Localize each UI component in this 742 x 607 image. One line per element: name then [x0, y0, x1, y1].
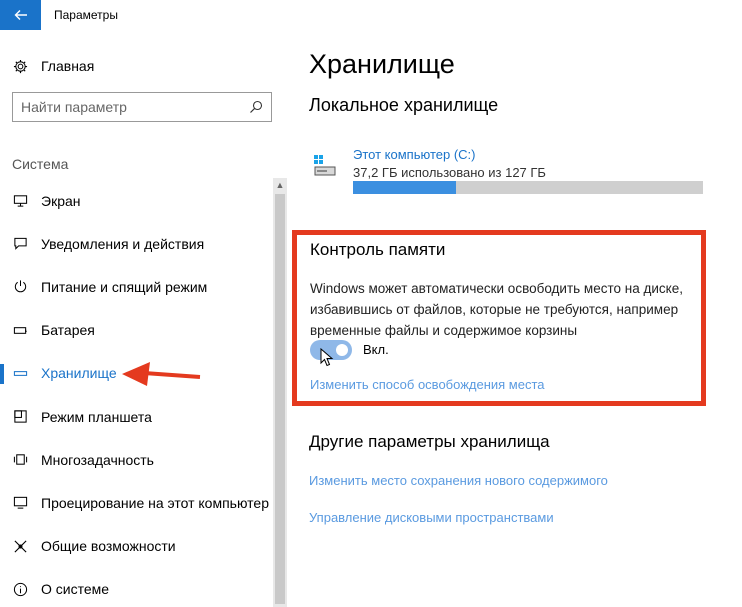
- storage-sense-panel: Контроль памяти Windows может автоматиче…: [292, 230, 706, 406]
- drive-name[interactable]: Этот компьютер (C:): [353, 147, 475, 162]
- drive-usage: 37,2 ГБ использовано из 127 ГБ: [353, 165, 546, 180]
- sidebar-item-multitasking[interactable]: Многозадачность: [0, 438, 272, 481]
- drive-usage-bar: [353, 181, 703, 194]
- other-settings-heading: Другие параметры хранилища: [309, 432, 550, 451]
- sidebar-item-tablet-mode[interactable]: Режим планшета: [0, 395, 272, 438]
- sidebar-item-label: Проецирование на этот компьютер: [41, 494, 269, 511]
- page-title: Хранилище: [309, 49, 455, 79]
- display-icon: [12, 193, 28, 209]
- nav-home-label: Главная: [41, 58, 95, 74]
- storage-sense-title: Контроль памяти: [310, 240, 446, 259]
- sidebar-item-display[interactable]: Экран: [0, 179, 272, 222]
- section-label-system: Система: [12, 156, 69, 172]
- sidebar-item-label: Многозадачность: [41, 451, 154, 468]
- tablet-mode-icon: [12, 409, 28, 425]
- sidebar-item-label: Режим планшета: [41, 408, 152, 425]
- sidebar-item-label: Батарея: [41, 322, 95, 339]
- annotation-arrow-icon: [122, 362, 201, 386]
- storage-icon: [12, 365, 28, 381]
- search-input[interactable]: [21, 99, 249, 115]
- sidebar-item-projecting[interactable]: Проецирование на этот компьютер: [0, 481, 272, 524]
- projecting-icon: [12, 495, 28, 511]
- about-icon: [12, 581, 28, 597]
- sidebar-item-label: Общие возможности: [41, 538, 176, 555]
- sidebar-item-about[interactable]: О системе: [0, 568, 272, 607]
- battery-icon: [12, 322, 28, 338]
- sidebar-scrollbar[interactable]: ▲: [273, 178, 287, 607]
- power-icon: [12, 279, 28, 295]
- manage-storage-spaces-link[interactable]: Управление дисковыми пространствами: [309, 510, 554, 525]
- sidebar-item-label: Хранилище: [41, 365, 117, 382]
- sidebar-item-label: Уведомления и действия: [41, 235, 205, 252]
- notifications-icon: [12, 236, 28, 252]
- storage-sense-description: Windows может автоматически освободить м…: [310, 281, 683, 338]
- nav-home[interactable]: Главная: [12, 56, 94, 76]
- toggle-knob: [336, 344, 348, 356]
- sidebar-item-label: Питание и спящий режим: [41, 278, 208, 295]
- back-button[interactable]: [0, 0, 41, 30]
- scroll-up-icon[interactable]: ▲: [273, 178, 287, 192]
- sidebar: Главная Система Экран Уведомления и дейс…: [0, 30, 288, 607]
- drive-c-item[interactable]: Этот компьютер (C:) 37,2 ГБ использовано…: [313, 146, 705, 196]
- drive-icon: [314, 155, 336, 176]
- window-title: Параметры: [54, 8, 118, 22]
- back-arrow-icon: [14, 10, 27, 20]
- sidebar-item-shared-experiences[interactable]: Общие возможности: [0, 525, 272, 568]
- change-free-space-link[interactable]: Изменить способ освобождения места: [310, 377, 545, 392]
- gear-icon: [12, 58, 28, 74]
- drive-usage-bar-fill: [353, 181, 456, 194]
- title-bar: Параметры: [0, 0, 742, 30]
- sidebar-item-battery[interactable]: Батарея: [0, 309, 272, 352]
- sidebar-item-label: Экран: [41, 192, 81, 209]
- main-content: Хранилище Локальное хранилище Этот компь…: [288, 30, 742, 607]
- mouse-cursor-icon: [320, 348, 334, 367]
- scrollbar-thumb[interactable]: [275, 194, 285, 604]
- search-icon[interactable]: [249, 100, 263, 114]
- shared-experiences-icon: [12, 538, 28, 554]
- toggle-state-label: Вкл.: [363, 342, 389, 357]
- change-save-location-link[interactable]: Изменить место сохранения нового содержи…: [309, 473, 608, 488]
- search-box[interactable]: [12, 92, 272, 122]
- sidebar-item-power[interactable]: Питание и спящий режим: [0, 265, 272, 308]
- sidebar-item-label: О системе: [41, 581, 110, 598]
- multitasking-icon: [12, 452, 28, 468]
- nav-list: Экран Уведомления и действия Питание и с…: [0, 179, 272, 607]
- local-storage-heading: Локальное хранилище: [309, 95, 499, 115]
- sidebar-item-notifications[interactable]: Уведомления и действия: [0, 222, 272, 265]
